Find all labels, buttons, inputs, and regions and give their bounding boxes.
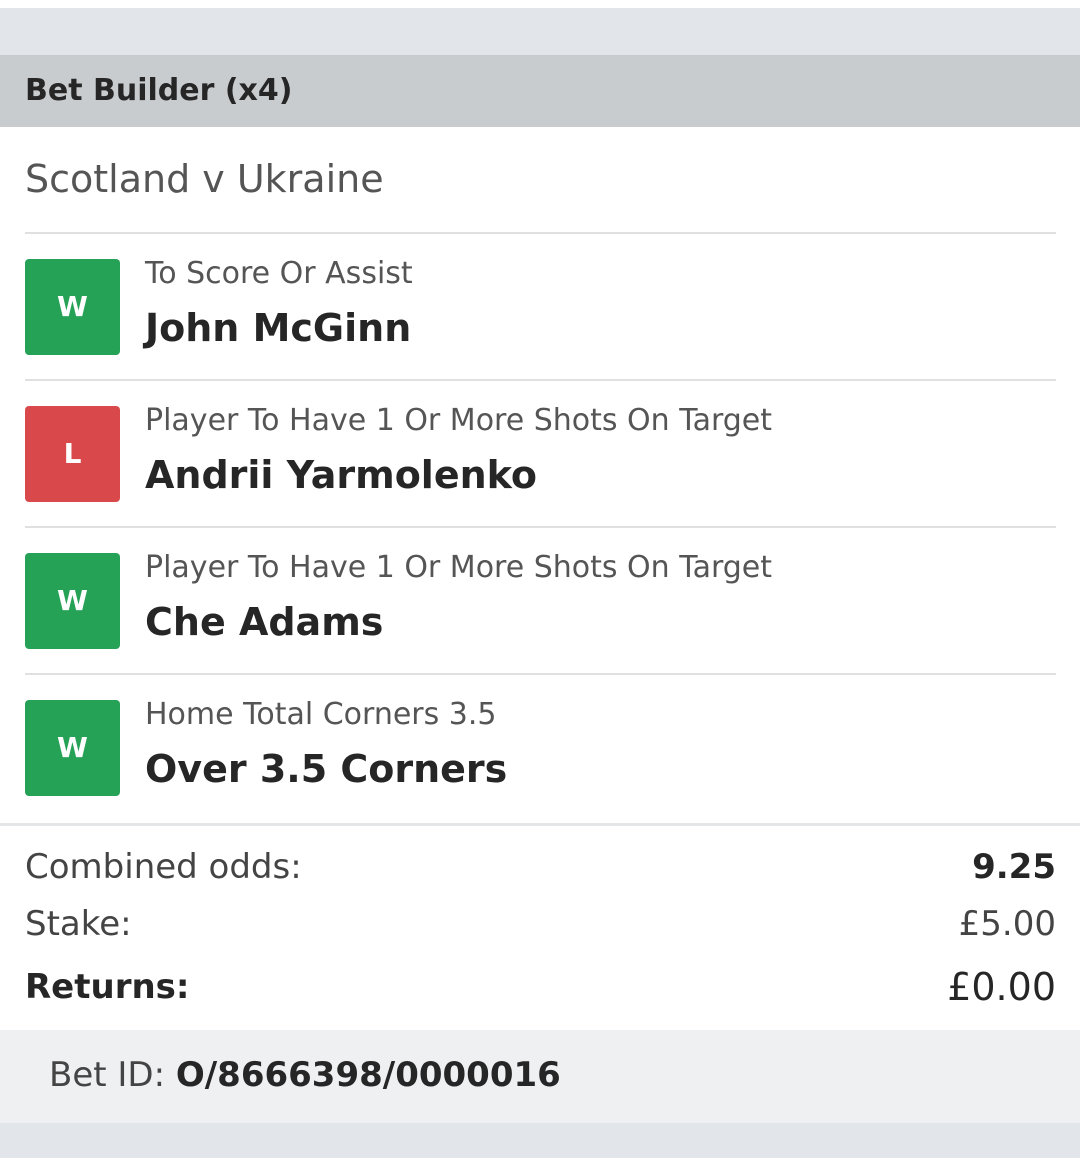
bet-id-value: O/8666398/0000016 (175, 1055, 561, 1095)
returns-row: Returns: £0.00 (25, 963, 1056, 1011)
bottom-strip (0, 1123, 1080, 1158)
divider (25, 232, 1056, 234)
top-strip (0, 0, 1080, 8)
leg-selection: John McGinn (145, 306, 412, 350)
stake-row: Stake: £5.00 (25, 900, 1056, 948)
result-badge-win: W (25, 553, 120, 649)
stake-value: £5.00 (958, 904, 1056, 944)
result-badge-win: W (25, 700, 120, 796)
leg-market: Player To Have 1 Or More Shots On Target (145, 403, 773, 438)
leg-selection: Che Adams (145, 600, 384, 644)
bet-card: Scotland v Ukraine W To Score Or Assist … (0, 127, 1080, 1030)
leg-row: W Home Total Corners 3.5 Over 3.5 Corner… (0, 697, 1080, 796)
result-badge-lose: L (25, 406, 120, 502)
divider (25, 673, 1056, 675)
leg-selection: Andrii Yarmolenko (145, 453, 538, 497)
leg-row: W Player To Have 1 Or More Shots On Targ… (0, 550, 1080, 649)
stake-label: Stake: (25, 904, 132, 944)
bet-builder-header: Bet Builder (x4) (0, 55, 1080, 127)
combined-odds-row: Combined odds: 9.25 (25, 843, 1056, 891)
returns-value: £0.00 (947, 965, 1056, 1009)
summary-divider (0, 823, 1080, 826)
divider (25, 379, 1056, 381)
returns-label: Returns: (25, 967, 190, 1007)
combined-odds-value: 9.25 (972, 847, 1056, 887)
bet-id-label: Bet ID: (49, 1055, 166, 1095)
bet-id: Bet ID: O/8666398/0000016 (49, 1050, 561, 1100)
combined-odds-label: Combined odds: (25, 847, 302, 887)
leg-market: To Score Or Assist (145, 256, 413, 291)
leg-market: Player To Have 1 Or More Shots On Target (145, 550, 773, 585)
bet-builder-title: Bet Builder (x4) (25, 73, 293, 108)
leg-selection: Over 3.5 Corners (145, 747, 508, 791)
match-title: Scotland v Ukraine (25, 157, 384, 201)
leg-row: L Player To Have 1 Or More Shots On Targ… (0, 403, 1080, 502)
leg-row: W To Score Or Assist John McGinn (0, 256, 1080, 355)
divider (25, 526, 1056, 528)
leg-market: Home Total Corners 3.5 (145, 697, 497, 732)
result-badge-win: W (25, 259, 120, 355)
